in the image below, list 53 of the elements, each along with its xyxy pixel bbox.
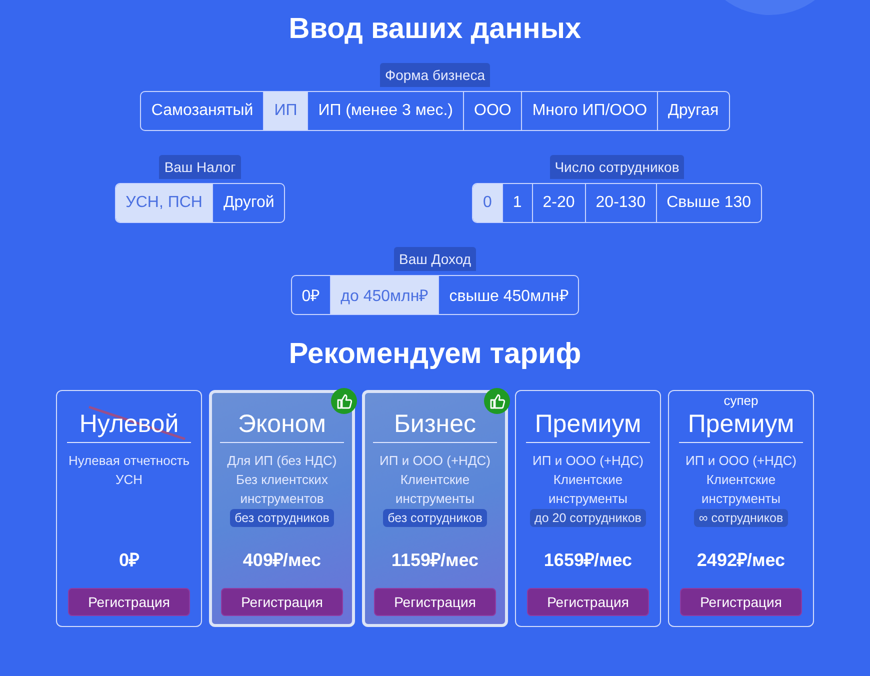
option-button[interactable]: 1 <box>502 184 532 222</box>
section-label: Ваш Налог <box>159 155 241 179</box>
employees-tag: без сотрудников <box>382 509 488 527</box>
plan-price: 409₽/мес <box>242 549 322 572</box>
employees-tag: до 20 сотрудников <box>530 509 646 527</box>
option-button[interactable]: Самозанятый <box>141 92 264 130</box>
option-button[interactable]: ИП (менее 3 мес.) <box>307 92 463 130</box>
plan-description: Нулевая отчетность УСН <box>68 452 190 489</box>
thumbs-up-icon <box>484 388 510 414</box>
option-button[interactable]: Много ИП/ООО <box>521 92 658 130</box>
plan-description: Без клиентских инструментов <box>235 471 329 508</box>
plan-name: Бизнес <box>394 409 476 439</box>
plan-price: 2492₽/мес <box>696 549 786 572</box>
option-button[interactable]: Другой <box>212 184 284 222</box>
plan-description: Клиентские инструменты <box>548 471 628 508</box>
register-button[interactable]: Регистрация <box>221 588 343 616</box>
option-button[interactable]: 0 <box>472 184 502 222</box>
employees-tag: без сотрудников <box>230 509 334 527</box>
plan-description: ИП и ООО (+НДС) <box>378 452 492 470</box>
section-title: Рекомендуем тариф <box>288 337 582 371</box>
option-button[interactable]: свыше 450млн₽ <box>438 276 578 314</box>
register-button[interactable]: Регистрация <box>374 588 496 616</box>
option-button[interactable]: 2-20 <box>532 184 585 222</box>
plan-price: 1159₽/мес <box>391 549 479 572</box>
register-button[interactable]: Регистрация <box>527 588 649 616</box>
section-label: Форма бизнеса <box>380 63 490 87</box>
option-button[interactable]: ООО <box>463 92 522 130</box>
option-button[interactable]: до 450млн₽ <box>330 276 438 314</box>
register-button[interactable]: Регистрация <box>68 588 190 616</box>
plan-prefix: супер <box>722 394 760 408</box>
plan-name: Премиум <box>534 409 642 439</box>
plan-description: Клиентские инструменты <box>700 471 782 508</box>
plan-name: Нулевой <box>79 409 179 439</box>
option-button[interactable]: Другая <box>657 92 729 130</box>
register-button[interactable]: Регистрация <box>680 588 802 616</box>
option-button[interactable]: ИП <box>263 92 308 130</box>
section-label: Ваш Доход <box>394 247 476 271</box>
option-button[interactable]: Свыше 130 <box>656 184 762 222</box>
employees-tag: ∞ сотрудников <box>694 509 788 527</box>
plan-description: Для ИП (без НДС) <box>226 452 338 470</box>
plan-price: 0₽ <box>118 549 139 572</box>
plan-price: 1659₽/мес <box>544 549 632 572</box>
option-button[interactable]: 20-130 <box>584 184 656 222</box>
page-title: Ввод ваших данных <box>288 12 582 46</box>
option-button[interactable]: 0₽ <box>292 276 330 314</box>
plan-description: ИП и ООО (+НДС) <box>684 452 798 470</box>
section-label: Число сотрудников <box>550 155 684 179</box>
plan-description: ИП и ООО (+НДС) <box>532 452 644 470</box>
plan-description: Клиентские инструменты <box>394 471 476 508</box>
plan-name: Премиум <box>688 409 794 439</box>
thumbs-up-icon <box>331 388 357 414</box>
plan-name: Эконом <box>238 409 326 439</box>
option-button[interactable]: УСН, ПСН <box>116 184 212 222</box>
